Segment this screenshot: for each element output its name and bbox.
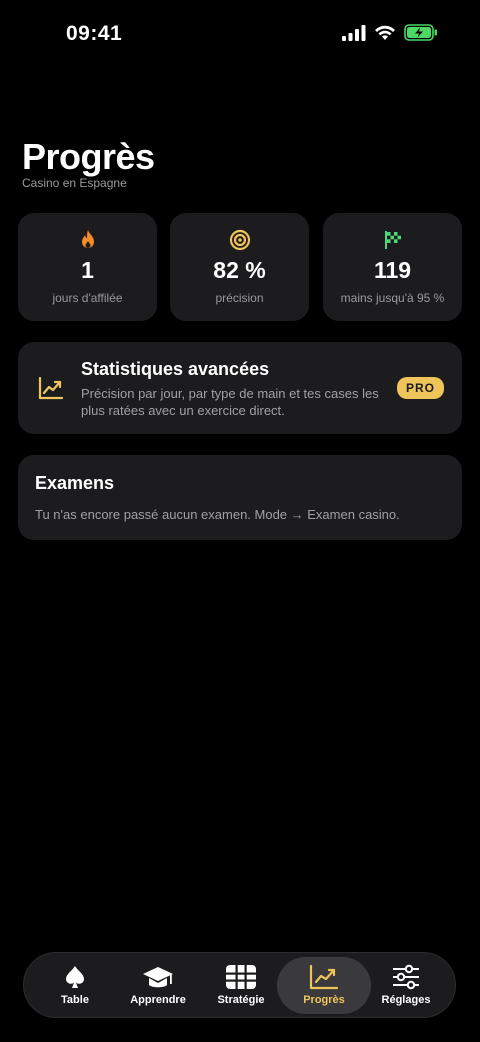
hands-value: 119 (373, 257, 412, 283)
advanced-stats-title: Statistiques avancées (81, 359, 270, 379)
spade-icon (66, 966, 84, 988)
hands-card: 119 mains jusqu'à 95 % (323, 213, 462, 321)
exams-card: Examens Tu n'as encore passé aucun exame… (18, 455, 462, 540)
sliders-icon (393, 964, 419, 990)
target-icon (229, 229, 250, 251)
trend-chart-icon (309, 964, 339, 990)
status-icons (342, 24, 438, 41)
advanced-stats-card[interactable]: Statistiques avancées Précision par jour… (18, 342, 462, 434)
page-subtitle: Casino en Espagne (22, 176, 127, 190)
tab-label: Réglages (381, 994, 431, 1006)
tab-label: Apprendre (130, 994, 186, 1006)
advanced-stats-description: Précision par jour, par type de main et … (81, 386, 379, 418)
page-title: Progrès (22, 136, 155, 177)
streak-card: 1 jours d'affilée (18, 213, 157, 321)
tab-strategy[interactable]: Stratégie (196, 953, 286, 1017)
streak-label: jours d'affilée (52, 291, 123, 305)
checkered-flag-icon (384, 231, 401, 249)
grid-icon (226, 965, 256, 989)
tab-table[interactable]: Table (30, 953, 120, 1017)
tab-label: Progrès (303, 994, 345, 1006)
tab-bar: Table Apprendre Stratégie Progrès Réglag… (23, 952, 456, 1018)
tab-label: Stratégie (217, 994, 265, 1006)
accuracy-value: 82 % (213, 257, 266, 283)
flame-icon (81, 230, 94, 248)
battery-icon (404, 24, 437, 41)
trend-chart-icon (38, 376, 64, 400)
streak-value: 1 (81, 257, 94, 283)
tab-label: Table (61, 994, 89, 1006)
tab-settings[interactable]: Réglages (361, 953, 451, 1017)
pro-badge: PRO (396, 377, 444, 399)
status-bar: 09:41 (0, 0, 480, 70)
graduation-cap-icon (143, 967, 173, 988)
hands-label: mains jusqu'à 95 % (340, 291, 445, 305)
wifi-icon (375, 25, 395, 40)
accuracy-label: précision (215, 291, 264, 305)
tab-progress[interactable]: Progrès (277, 957, 371, 1014)
signal-icon (342, 24, 366, 41)
exams-empty-text: Tu n'as encore passé aucun examen. Mode … (35, 507, 400, 522)
exams-title: Examens (35, 473, 115, 493)
accuracy-card: 82 % précision (170, 213, 309, 321)
status-time: 09:41 (66, 22, 123, 45)
tab-learn[interactable]: Apprendre (113, 953, 203, 1017)
